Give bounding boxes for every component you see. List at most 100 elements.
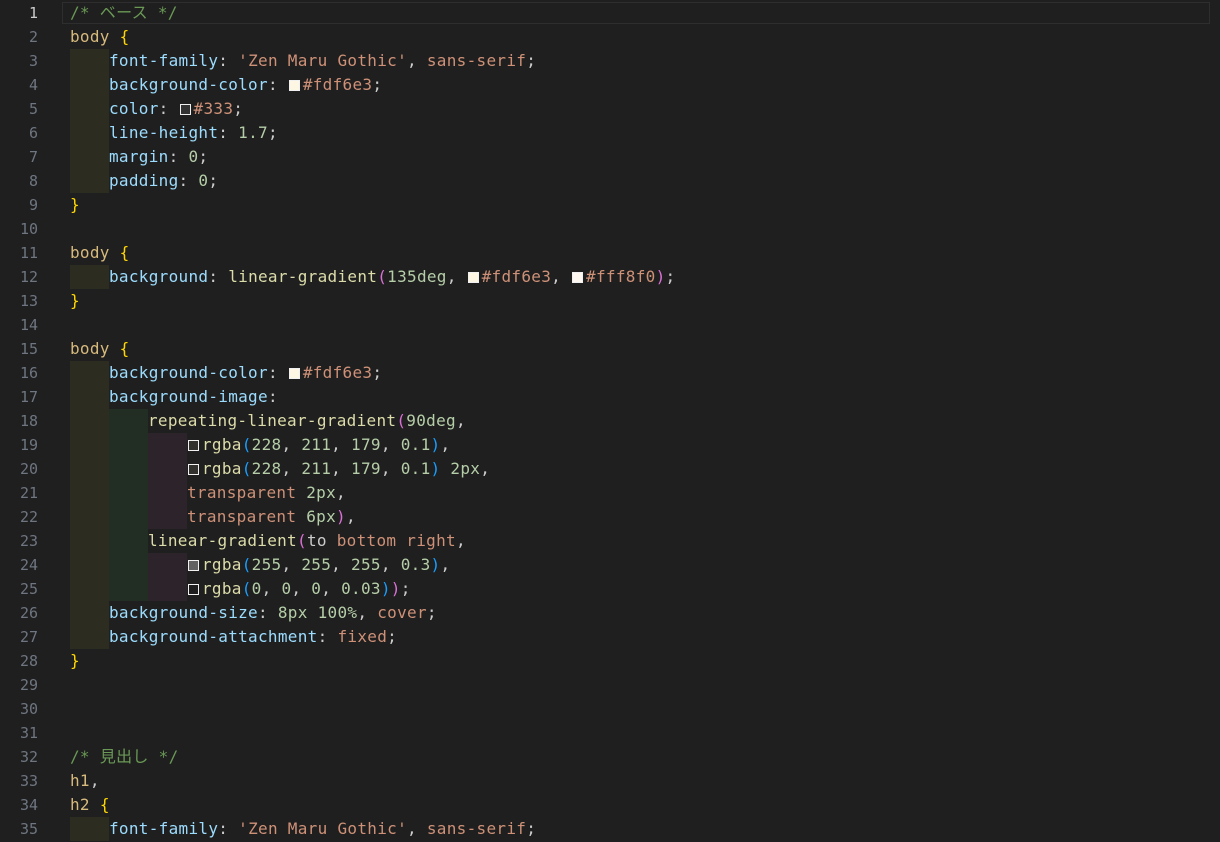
code-token: #333 [193,99,234,118]
code-token: { [99,795,110,814]
code-line[interactable]: 27 background-attachment: fixed; [0,625,1220,649]
code-line[interactable]: 1 /* ベース */ [0,1,1220,25]
code-text: font-family: 'Zen Maru Gothic', sans-ser… [109,49,536,73]
color-swatch-icon[interactable] [288,80,300,91]
code-line[interactable]: 13} [0,289,1220,313]
line-number: 2 [28,28,38,46]
code-line[interactable]: 32 /* 見出し */ [0,745,1220,769]
code-token: transparent [187,483,297,502]
line-number: 5 [28,100,38,118]
code-token: 255 [351,555,381,574]
code-line[interactable]: 24 rgba(255, 255, 255, 0.3), [0,553,1220,577]
code-token: , [345,507,356,526]
line-number: 18 [19,412,38,430]
code-line[interactable]: 18 repeating-linear-gradient(90deg, [0,409,1220,433]
code-token: ) [430,459,441,478]
code-text: background-image: [109,385,278,409]
indent-guide [148,457,187,481]
indent-guide [70,529,109,553]
code-token: transparent [187,507,297,526]
code-line[interactable]: 34 h2 { [0,793,1220,817]
indent-guide [70,481,109,505]
line-number: 10 [19,220,38,238]
code-text: h2 { [70,793,110,817]
code-token: ) [655,267,666,286]
code-line[interactable]: 8 padding: 0; [0,169,1220,193]
code-line[interactable]: 21 transparent 2px, [0,481,1220,505]
color-swatch-icon[interactable] [467,272,479,283]
code-token: ; [233,99,244,118]
code-token: fixed [337,627,388,646]
code-token: 8px [277,603,308,622]
code-line[interactable]: 2 body { [0,25,1220,49]
code-line[interactable]: 3 font-family: 'Zen Maru Gothic', sans-se… [0,49,1220,73]
code-line[interactable]: 30 [0,697,1220,721]
indent-guide [148,577,187,601]
code-token: background-color [109,363,268,382]
code-line[interactable]: 16 background-color: #fdf6e3; [0,361,1220,385]
code-line[interactable]: 12 background: linear-gradient(135deg, #f… [0,265,1220,289]
code-line[interactable]: 26 background-size: 8px 100%, cover; [0,601,1220,625]
code-token: sans-serif [426,819,527,838]
code-token: background-image [109,387,268,406]
code-token: /* ベース */ [70,3,178,22]
code-token: ; [267,123,278,142]
color-swatch-icon[interactable] [188,440,199,451]
code-line[interactable]: 22 transparent 6px), [0,505,1220,529]
code-token: 2px [450,459,481,478]
line-number: 6 [28,124,38,142]
color-swatch-icon[interactable] [288,368,300,379]
code-text: body { [70,241,130,265]
code-line[interactable]: 10 [0,217,1220,241]
color-swatch-icon[interactable] [188,560,199,571]
code-token: line-height [109,123,219,142]
code-line[interactable]: 11 body { [0,241,1220,265]
code-line[interactable]: 15 body { [0,337,1220,361]
indent-guide [70,457,109,481]
line-number: 13 [19,292,38,310]
code-text: color: #333; [109,97,243,121]
code-line[interactable]: 29 [0,673,1220,697]
code-token: ) [390,579,401,598]
line-number: 32 [19,748,38,766]
code-token: 0 [311,579,322,598]
code-editor[interactable]: 1/* ベース */2 body {3 font-family: 'Zen Maru… [0,0,1220,842]
code-line[interactable]: 9} [0,193,1220,217]
code-line[interactable]: 35 font-family: 'Zen Maru Gothic', sans-s… [0,817,1220,841]
indent-guide [70,625,109,649]
code-token: : [267,387,278,406]
code-line[interactable]: 23 linear-gradient(to bottom right, [0,529,1220,553]
code-line[interactable]: 4 background-color: #fdf6e3; [0,73,1220,97]
code-line[interactable]: 31 [0,721,1220,745]
code-line[interactable]: 28} [0,649,1220,673]
code-token: , [551,267,572,286]
color-swatch-icon[interactable] [179,104,191,115]
code-token: , [261,579,282,598]
line-number: 26 [19,604,38,622]
code-token: 100% [317,603,358,622]
code-line[interactable]: 19 rgba(228, 211, 179, 0.1), [0,433,1220,457]
code-token: ( [297,531,307,550]
indent-guide [148,553,187,577]
code-line[interactable]: 5 color: #333; [0,97,1220,121]
code-text: line-height: 1.7; [109,121,278,145]
code-line[interactable]: 17 background-image: [0,385,1220,409]
code-line[interactable]: 25 rgba(0, 0, 0, 0.03)); [0,577,1220,601]
code-line[interactable]: 14 [0,313,1220,337]
color-swatch-icon[interactable] [572,272,584,283]
code-line[interactable]: 6 line-height: 1.7; [0,121,1220,145]
code-token: } [70,195,80,214]
code-text: rgba(228, 211, 179, 0.1) 2px, [187,457,490,481]
code-token: color [109,99,159,118]
code-line[interactable]: 33 h1, [0,769,1220,793]
code-token: , [321,579,342,598]
color-swatch-icon[interactable] [188,584,199,595]
code-line[interactable]: 20 rgba(228, 211, 179, 0.1) 2px, [0,457,1220,481]
code-line[interactable]: 7 margin: 0; [0,145,1220,169]
code-token: h2 [70,795,90,814]
color-swatch-icon[interactable] [188,464,199,475]
line-number: 16 [19,364,38,382]
indent-guide [109,553,148,577]
